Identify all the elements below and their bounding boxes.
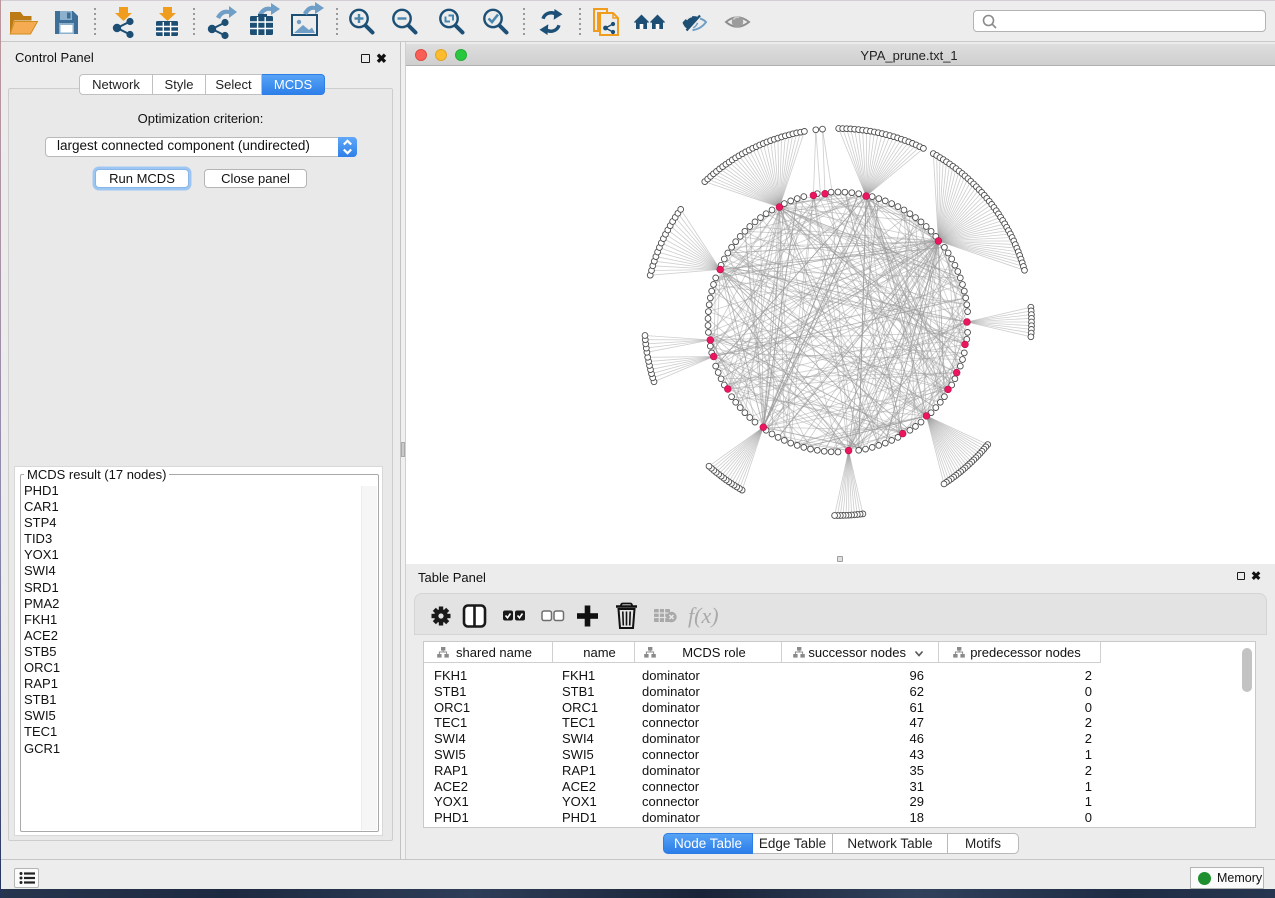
svg-text:f(x): f(x) (688, 603, 719, 628)
